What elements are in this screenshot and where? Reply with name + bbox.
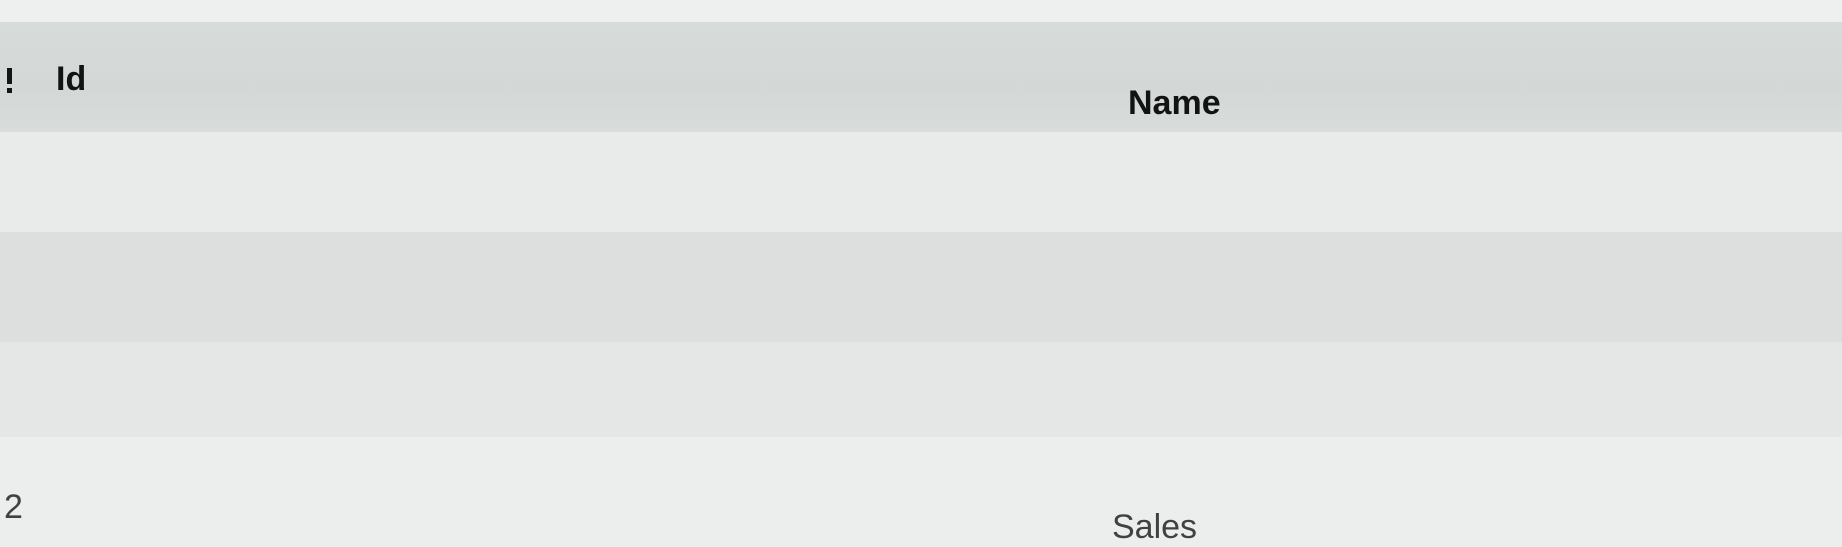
- table-row[interactable]: 2 Sales: [0, 232, 1842, 546]
- table-header-row: Id Name: [0, 22, 1842, 132]
- table-row[interactable]: 1 IT: [0, 132, 1842, 342]
- column-header-id[interactable]: Id: [56, 60, 86, 99]
- column-header-name[interactable]: Name: [1128, 84, 1221, 123]
- cell-id: 2: [4, 488, 23, 526]
- sort-icon[interactable]: [4, 62, 14, 96]
- grid-top-edge: [0, 0, 1842, 22]
- empty-grid-area: [0, 342, 1842, 437]
- cell-name: Sales: [1112, 508, 1198, 546]
- data-grid: Id Name 1 IT 2 Sales: [0, 0, 1842, 546]
